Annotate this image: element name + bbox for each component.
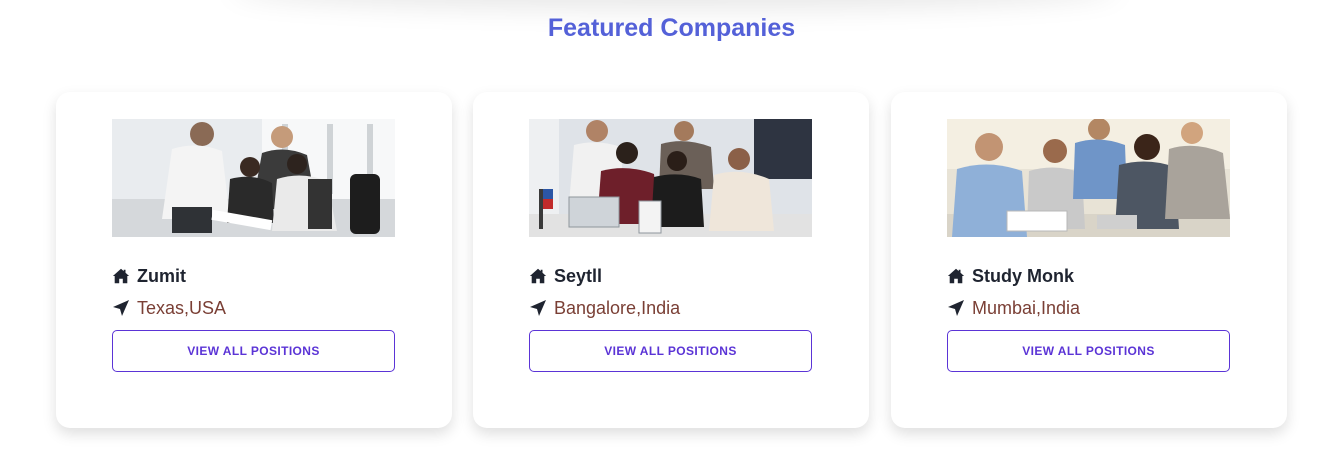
view-all-positions-button[interactable]: VIEW ALL POSITIONS <box>529 330 812 372</box>
company-location-row: Bangalore,India <box>529 296 680 320</box>
location-arrow-icon <box>529 299 547 317</box>
view-all-positions-button[interactable]: VIEW ALL POSITIONS <box>947 330 1230 372</box>
company-location: Mumbai,India <box>972 297 1081 318</box>
company-name: Seytll <box>554 265 603 286</box>
section-title: Featured Companies <box>547 14 796 42</box>
company-name-row: Study Monk <box>947 264 1074 288</box>
company-photo <box>529 119 812 237</box>
company-location: Texas,USA <box>137 297 227 318</box>
company-card: Study Monk Mumbai,India VIEW ALL POSITIO… <box>891 92 1287 428</box>
home-icon <box>112 267 130 285</box>
company-location: Bangalore,India <box>554 297 681 318</box>
company-photo <box>112 119 395 237</box>
company-name-row: Zumit <box>112 264 186 288</box>
company-name: Zumit <box>137 265 186 286</box>
view-all-positions-button[interactable]: VIEW ALL POSITIONS <box>112 330 395 372</box>
location-arrow-icon <box>947 299 965 317</box>
company-name: Study Monk <box>972 265 1074 286</box>
location-arrow-icon <box>112 299 130 317</box>
home-icon <box>947 267 965 285</box>
company-photo <box>947 119 1230 237</box>
home-icon <box>529 267 547 285</box>
company-card: Seytll Bangalore,India VIEW ALL POSITION… <box>473 92 869 428</box>
company-name-row: Seytll <box>529 264 602 288</box>
company-card: Zumit Texas,USA VIEW ALL POSITIONS <box>56 92 452 428</box>
company-location-row: Mumbai,India <box>947 296 1080 320</box>
company-location-row: Texas,USA <box>112 296 226 320</box>
